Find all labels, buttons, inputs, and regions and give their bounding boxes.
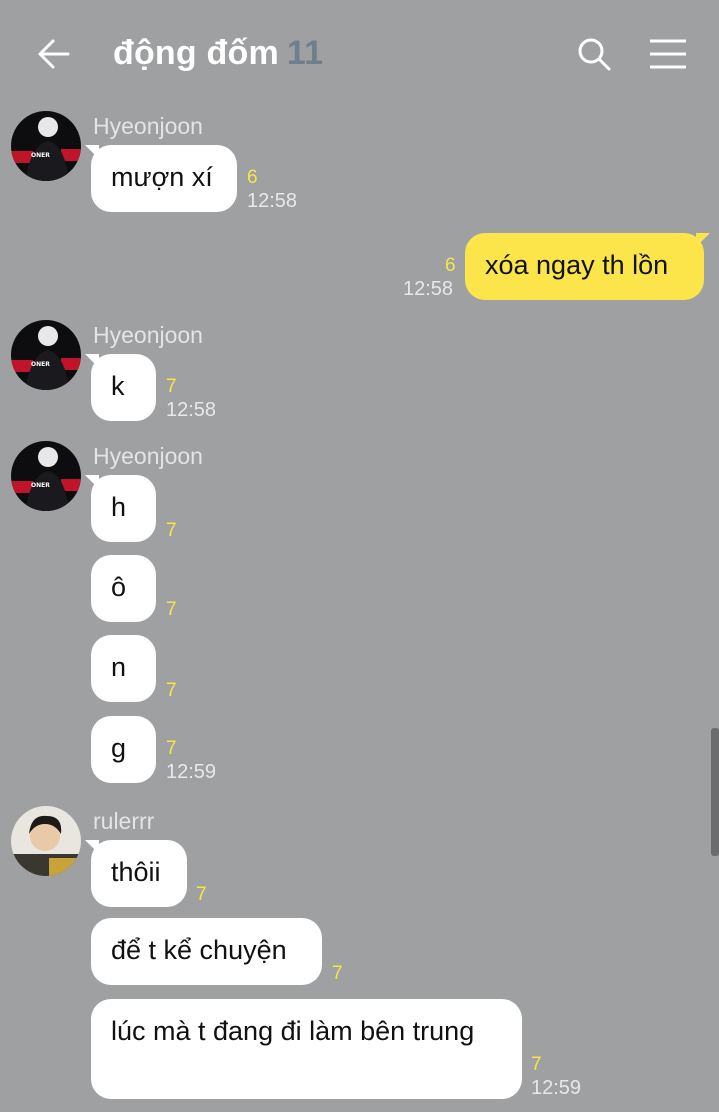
avatar-hyeonjoon[interactable]: ONER xyxy=(11,441,81,511)
unread-count: 7 xyxy=(166,376,177,397)
message-bubble[interactable]: thôii xyxy=(85,840,187,907)
message-bubble[interactable]: mượn xí xyxy=(85,145,237,212)
unread-count: 7 xyxy=(166,520,177,541)
unread-count: 7 xyxy=(196,884,207,905)
menu-icon[interactable] xyxy=(648,38,688,70)
svg-text:ONER: ONER xyxy=(31,482,50,489)
svg-text:ONER: ONER xyxy=(31,152,50,159)
svg-text:ONER: ONER xyxy=(31,361,50,368)
avatar-hyeonjoon[interactable]: ONER xyxy=(11,111,81,181)
chat-header: động đốm 11 xyxy=(0,0,719,108)
message-time: 12:58 xyxy=(403,278,454,300)
unread-count: 7 xyxy=(166,599,177,620)
message-bubble[interactable]: k xyxy=(85,354,156,421)
member-count: 11 xyxy=(286,34,324,72)
message-bubble[interactable]: để t kể chuyện xyxy=(91,918,322,985)
avatar-rulerrr[interactable] xyxy=(11,806,81,876)
unread-count: 6 xyxy=(247,167,258,188)
search-icon[interactable] xyxy=(576,36,612,72)
chat-title: động đốm 11 xyxy=(113,34,323,73)
message-bubble[interactable]: g xyxy=(91,716,156,783)
avatar-hyeonjoon[interactable]: ONER xyxy=(11,320,81,390)
message-bubble[interactable]: ô xyxy=(91,555,156,622)
my-message-bubble[interactable]: xóa ngay th lồn xyxy=(465,233,710,300)
scrollbar[interactable] xyxy=(711,728,719,856)
unread-count: 7 xyxy=(166,738,177,759)
unread-count: 7 xyxy=(531,1054,542,1075)
message-time: 12:58 xyxy=(247,190,298,212)
message-time: 12:59 xyxy=(166,761,217,783)
message-bubble[interactable]: h xyxy=(85,475,156,542)
message-bubble[interactable]: lúc mà t đang đi làm bên trung xyxy=(91,999,522,1099)
message-bubble[interactable]: n xyxy=(91,635,156,702)
message-time: 12:58 xyxy=(166,399,217,421)
back-arrow-icon[interactable] xyxy=(36,36,72,72)
unread-count: 7 xyxy=(166,680,177,701)
unread-count: 7 xyxy=(332,963,343,984)
message-time: 12:59 xyxy=(531,1077,582,1099)
unread-count: 6 xyxy=(445,255,456,276)
sender-name: Hyeonjoon xyxy=(93,322,203,348)
sender-name: Hyeonjoon xyxy=(93,113,203,139)
room-name: động đốm xyxy=(113,34,279,72)
sender-name: Hyeonjoon xyxy=(93,443,203,469)
sender-name: rulerrr xyxy=(93,808,155,834)
